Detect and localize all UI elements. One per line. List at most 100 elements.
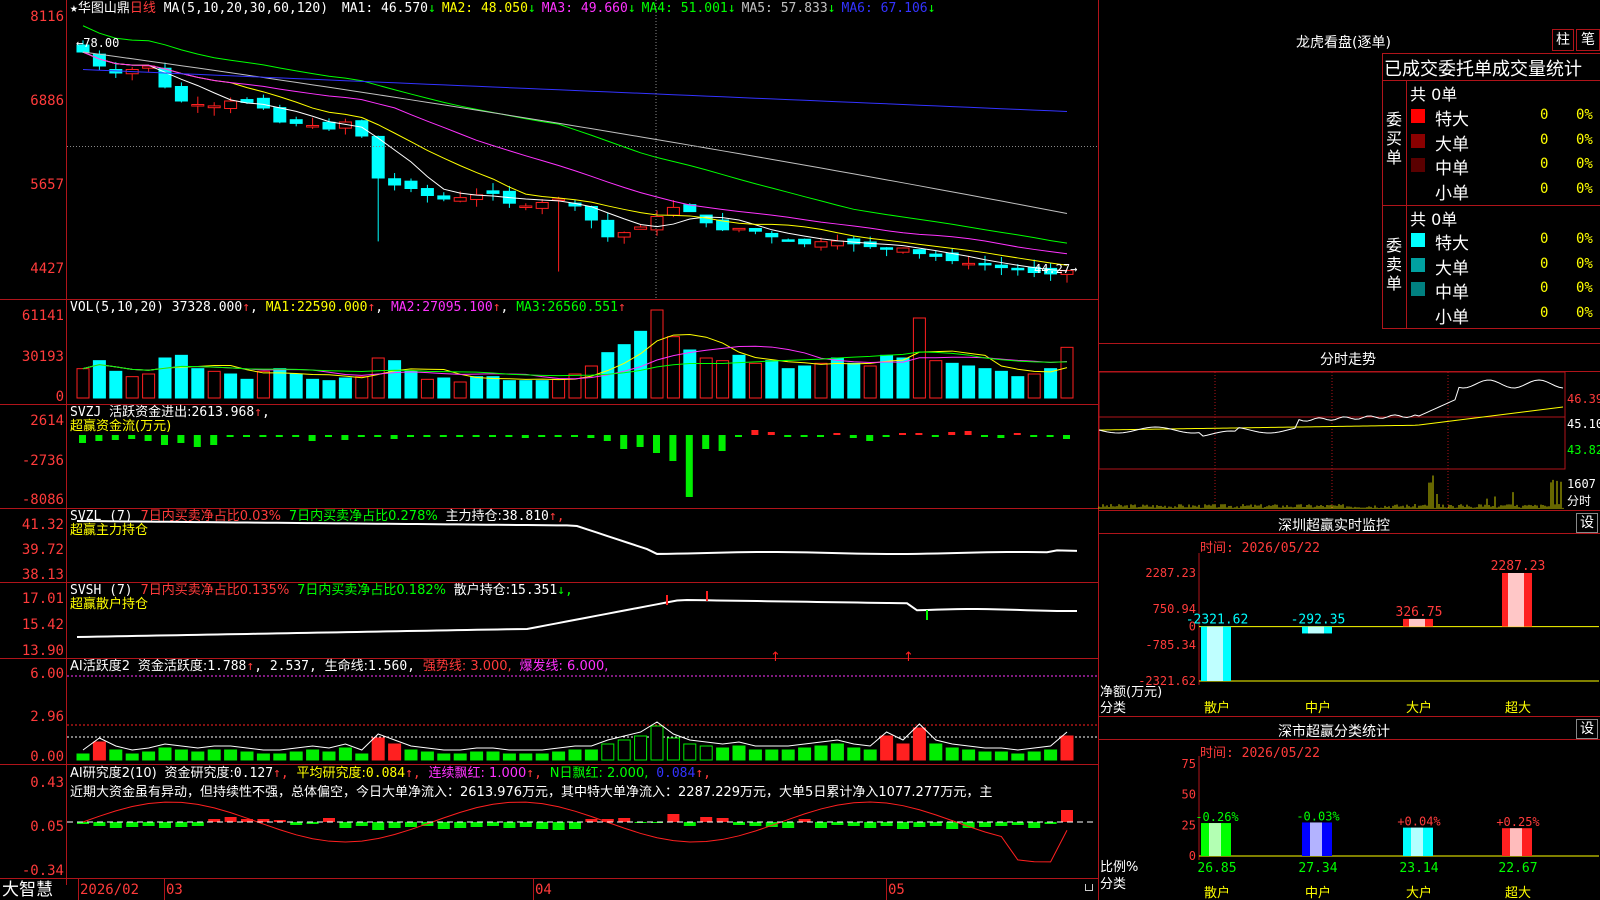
sz-class-title: 深市超赢分类统计 [1278,724,1390,740]
intraday-chart[interactable] [1098,371,1566,510]
sz-class-chart[interactable]: 75 50 25 0 -0.26% 26.85 散户 -0.03% 27.34 中户 +0.04% 2… [1099,756,1599,900]
buy-row-pct: 0% [1576,156,1593,172]
sell-swatch-2 [1411,257,1425,272]
activity-bar [683,743,697,761]
sz-monitor-category: 中户 [1305,700,1331,716]
activity-bar [289,751,303,761]
fund-flow-bar [685,435,693,497]
brand-logo: 大智慧 [2,880,53,900]
sell-swatch-4 [1411,306,1425,321]
fund-flow-bar [866,435,874,441]
candle-body [519,205,533,208]
candle-body [912,249,926,255]
sz-class-bar [1403,827,1433,856]
retail-holding-chart[interactable] [67,583,1097,658]
bar-highlight [1510,828,1522,856]
activity-bar [896,743,910,761]
activity-chart[interactable]: ↑ ↑ [67,650,1097,764]
fund-flow-bar [308,435,316,441]
candle-body [880,247,894,250]
activity-bar [92,741,106,761]
fund-flow-bar [636,435,644,447]
activity-bar [322,751,336,761]
bar-highlight [1409,618,1425,627]
activity-bar [420,751,434,761]
fund-flow-chart[interactable] [67,405,1097,508]
ma-line-3 [82,51,1068,255]
fund-flow-bar [341,435,349,440]
buy-row-count: 0 [1540,180,1549,197]
fund-flow-bar [111,435,119,440]
volume-bar [1011,376,1025,399]
intraday-y-tick: 43.82 [1567,443,1600,457]
buy-row-pct: 0% [1576,180,1593,197]
main-holding-chart[interactable] [67,509,1097,582]
candle-body [289,119,303,124]
sz-class-change-label: +0.04% [1397,815,1441,829]
sz-class-y-tick: 0 [1189,849,1196,863]
bar-highlight [1308,626,1324,634]
activity-bar [798,747,812,761]
volume-bar [748,362,762,399]
vol-y-tick: 30193 [21,349,64,365]
candle-body [420,188,434,196]
fund-flow-bar [538,435,546,437]
candle-body [453,197,467,202]
research-chart[interactable] [67,766,1097,878]
activity-bar [174,749,188,761]
candle-body [994,264,1008,269]
fund-flow-bar [1046,435,1054,437]
volume-bar [1027,373,1041,399]
candle-body [224,100,238,110]
candle-body [486,190,500,194]
activity-bar [207,749,221,761]
volume-bar [371,357,385,399]
bar-toggle-button[interactable]: 柱 [1552,29,1574,51]
fund-flow-bar [243,435,250,437]
volume-bar [289,373,303,399]
sz-class-settings-button[interactable]: 设 [1576,719,1598,739]
candle-body [306,125,320,128]
sz-monitor-chart[interactable]: 2287.23750.940-785.34-2321.62-2321.62散户-… [1099,553,1599,716]
svsh-y-tick: 13.90 [21,643,64,659]
sell-side-label: 委卖单 [1386,236,1403,293]
intraday-title: 分时走势 [1320,352,1376,368]
signal-arrow: ↑ [903,650,914,665]
activity-bar [781,749,795,761]
sz-class-value-label: 27.34 [1298,861,1337,876]
sz-monitor-settings-button[interactable]: 设 [1576,513,1598,533]
fund-flow-bar [587,435,595,438]
main-holding-line [76,520,1078,555]
lock-icon[interactable] [1085,884,1093,891]
volume-chart[interactable] [67,300,1097,404]
activity-bar [1044,749,1058,761]
volume-bar [256,370,270,399]
svsh-y-tick: 17.01 [21,591,64,607]
activity-bar [142,751,156,761]
research-bar [667,814,680,822]
buy-row-label: 大单 [1435,134,1469,155]
sell-row-count: 0 [1540,280,1549,296]
research-bar [929,822,942,826]
kline-y-tick: 6886 [30,93,64,109]
volume-bar [929,360,943,399]
bar-highlight [1508,573,1524,627]
vol-y-tick: 0 [55,389,64,405]
activity-bar [338,747,352,761]
fund-flow-bar [79,435,86,443]
date-tick: 05 [888,882,905,898]
volume-bar [109,370,123,399]
research-line [82,801,1068,863]
research-bar [1061,810,1073,822]
kline-y-tick: 8116 [30,9,64,25]
stat-tabs[interactable]: 已成交委托单成交量统计 [1384,55,1600,81]
kline-chart[interactable] [67,0,1097,298]
volume-bar [765,360,779,399]
tick-toggle-button[interactable]: 笔 [1576,29,1600,51]
intraday-y-tick: 45.10 [1567,417,1600,431]
fund-flow-bar [144,435,152,441]
ai-res-y-tick: -0.34 [21,863,64,879]
fund-flow-bar [603,435,611,441]
volume-bar [453,381,467,399]
activity-bar [978,751,992,761]
